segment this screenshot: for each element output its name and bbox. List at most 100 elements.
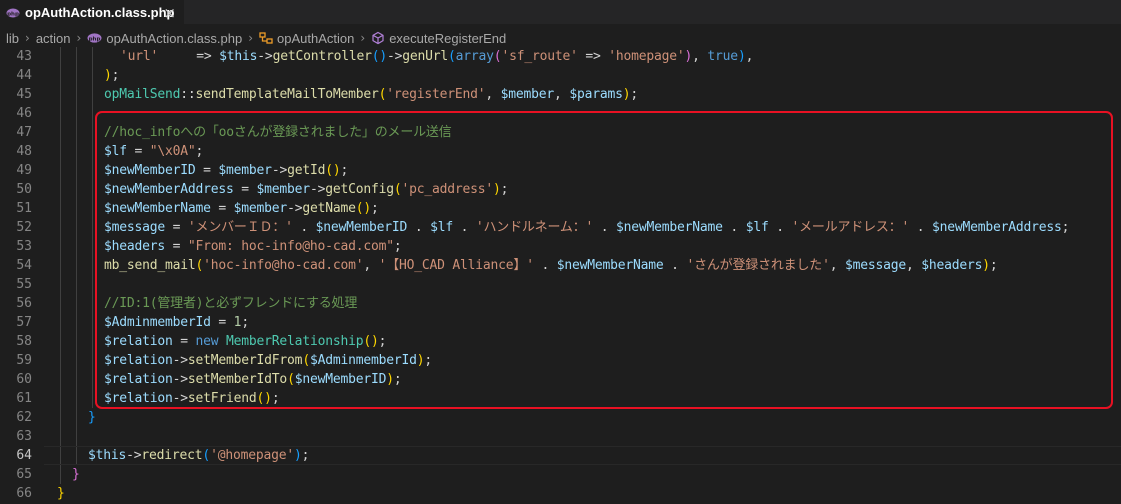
class-symbol-icon [259,31,273,45]
code-line[interactable]: 65} [0,465,1121,484]
code-token: -> [257,49,273,64]
code-token: -> [386,49,403,64]
code-token: ( [448,49,456,64]
code-token: } [57,486,65,501]
line-number: 57 [16,315,32,330]
breadcrumb-class-label: opAuthAction [277,30,355,46]
code-token: genUrl [402,49,449,64]
breadcrumb-item-file[interactable]: php opAuthAction.class.php [87,31,242,46]
code-line[interactable]: 45 opMailSend::sendTemplateMailToMember('… [0,85,1121,104]
code-token: () [371,49,387,64]
svg-text:php: php [7,11,19,17]
code-line[interactable]: 62} [0,408,1121,427]
code-token: , [692,49,708,64]
code-token: ) [293,448,302,463]
code-token: ( [202,448,211,463]
code-text: } [88,408,96,427]
line-number: 61 [16,391,32,406]
svg-text:php: php [89,36,101,42]
line-number: 64 [16,448,32,463]
code-token: 'homepage' [608,49,685,64]
code-line[interactable]: 63 [0,427,1121,446]
line-number: 43 [16,49,32,64]
code-token: 'url' [120,49,159,64]
php-elephant-icon: php [87,33,102,43]
code-token: $member [500,87,555,102]
code-token: ) [684,49,693,64]
code-token: , [554,87,570,102]
code-line[interactable]: 66} [0,484,1121,503]
code-text: opMailSend::sendTemplateMailToMember('re… [104,85,638,104]
code-token: true [707,49,738,64]
code-token: ) [737,49,746,64]
breadcrumb: lib › action › php opAuthAction.class.ph… [0,29,1121,47]
line-number: 62 [16,410,32,425]
code-token: ; [630,87,638,102]
line-number: 53 [16,239,32,254]
line-number: 66 [16,486,32,501]
line-number: 48 [16,144,32,159]
close-icon[interactable]: × [163,4,176,22]
line-number: 63 [16,429,32,444]
code-text: ); [104,66,119,85]
line-number: 45 [16,87,32,102]
line-number: 56 [16,296,32,311]
code-token: $params [569,87,623,102]
chevron-right-icon: › [248,31,254,45]
code-token: , [745,49,754,64]
tab-opauthaction[interactable]: php opAuthAction.class.php × [0,0,184,24]
line-number: 58 [16,334,32,349]
code-text: 'url' => $this->getController()->genUrl(… [120,47,753,66]
code-token: sendTemplateMailToMember [195,87,379,102]
line-number: 54 [16,258,32,273]
code-token: 'registerEnd' [386,87,486,102]
breadcrumb-item-action[interactable]: action [36,31,71,46]
line-number: 49 [16,163,32,178]
code-token: => [158,49,220,64]
highlight-annotation-box [95,111,1113,409]
code-token: 'sf_route' [501,49,578,64]
line-number: 52 [16,220,32,235]
line-number: 44 [16,68,32,83]
code-token: -> [126,448,142,463]
breadcrumb-item-method[interactable]: executeRegisterEnd [371,31,506,46]
line-number: 55 [16,277,32,292]
code-line[interactable]: 64 $this->redirect('@homepage'); [0,446,1121,465]
code-token: getController [272,49,372,64]
method-symbol-icon [371,31,385,45]
code-token: ; [301,448,310,463]
line-number: 59 [16,353,32,368]
php-elephant-icon: php [6,8,20,18]
code-token: } [88,410,96,425]
code-text: $this->redirect('@homepage'); [88,446,309,465]
code-token: $this [219,49,258,64]
code-token: } [72,467,80,482]
tab-bar: php opAuthAction.class.php × [0,0,1121,24]
chevron-right-icon: › [360,31,366,45]
code-text: } [72,465,80,484]
line-number: 50 [16,182,32,197]
code-line[interactable]: 43'url' => $this->getController()->genUr… [0,47,1121,66]
line-number: 46 [16,106,32,121]
chevron-right-icon: › [25,31,30,45]
breadcrumb-method-label: executeRegisterEnd [389,30,507,46]
breadcrumb-item-class[interactable]: opAuthAction [259,31,354,46]
code-token: , [485,87,501,102]
code-text: } [57,484,65,503]
line-number: 65 [16,467,32,482]
line-number: 51 [16,201,32,216]
breadcrumb-item-lib[interactable]: lib [6,31,19,46]
line-number: 60 [16,372,32,387]
code-token: => [577,49,609,64]
code-token: ) [104,68,112,83]
breadcrumb-file-label: opAuthAction.class.php [106,30,243,46]
tab-label: opAuthAction.class.php [25,5,175,20]
code-token: array [455,49,494,64]
chevron-right-icon: › [76,31,82,45]
code-token: ; [111,68,120,83]
code-token: opMailSend [104,87,181,102]
code-token: '@homepage' [210,448,294,463]
code-line[interactable]: 44); [0,66,1121,85]
code-token: $this [88,448,127,463]
line-number: 47 [16,125,32,140]
